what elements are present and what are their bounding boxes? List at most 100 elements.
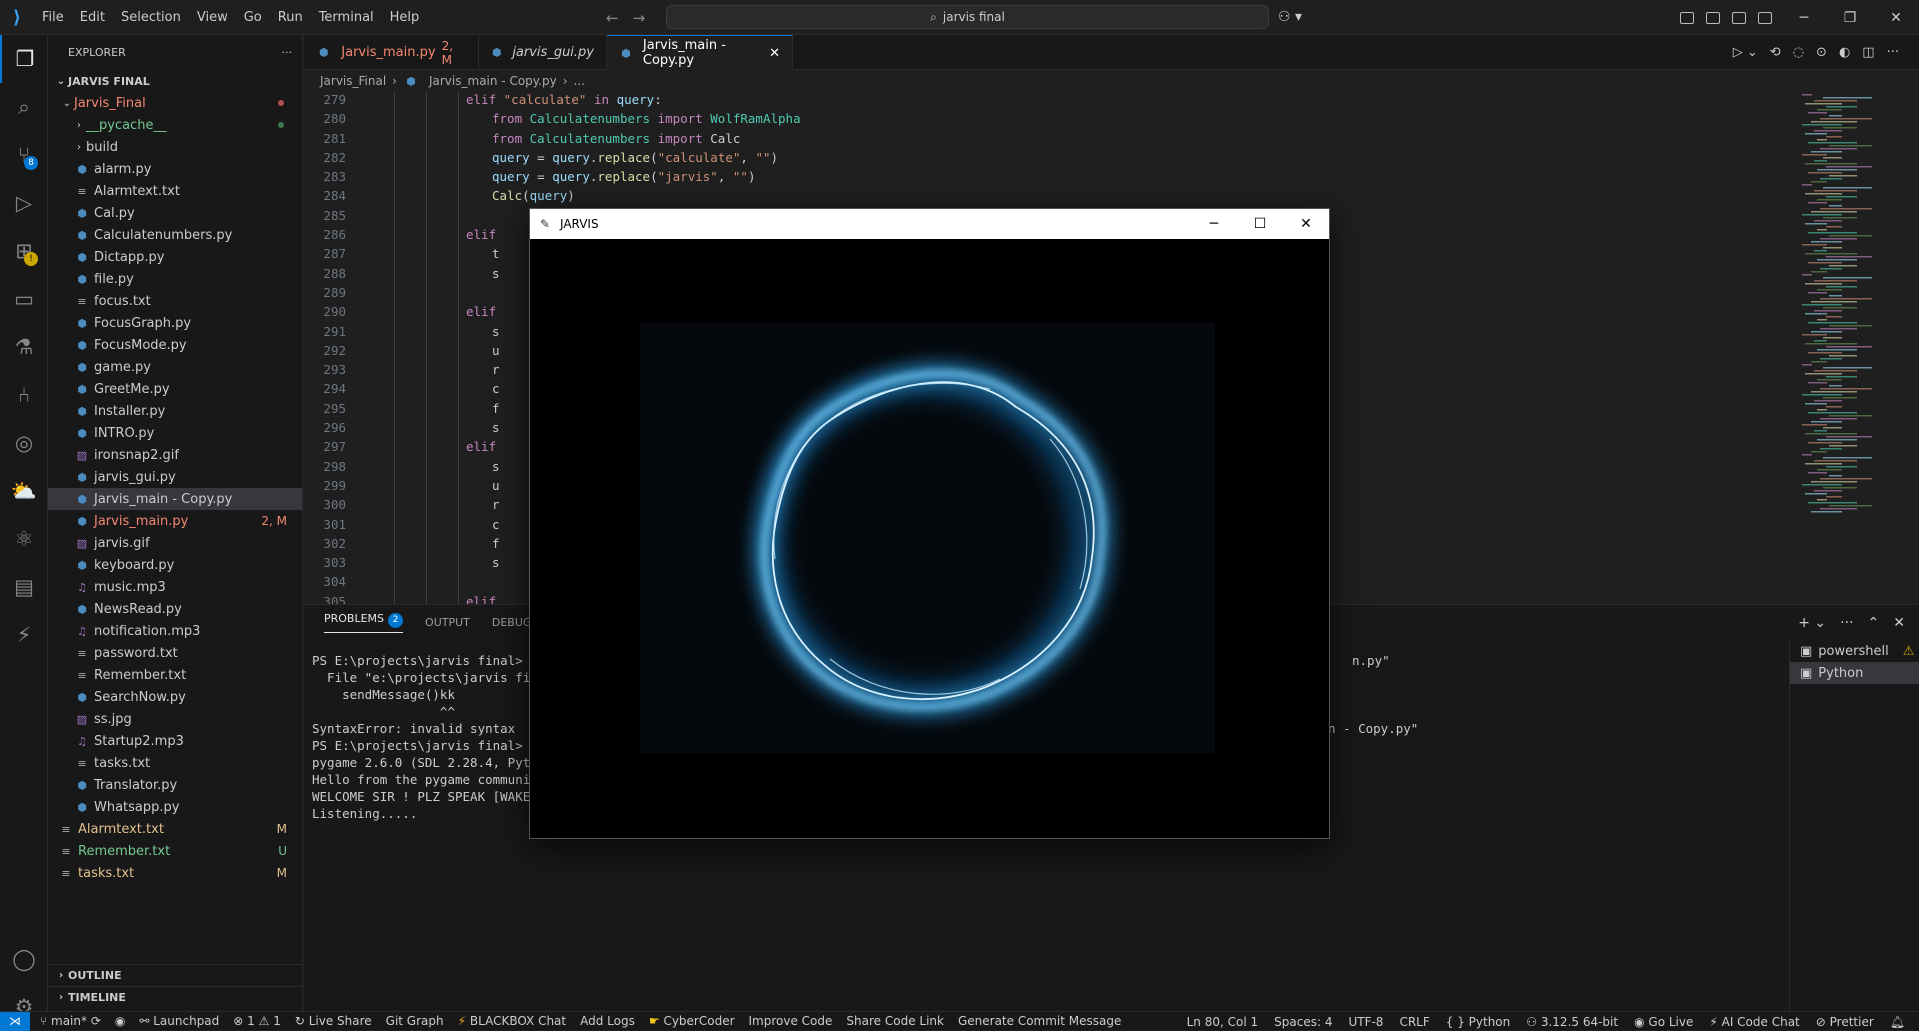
file-item[interactable]: ▨ jarvis.gif bbox=[48, 532, 302, 554]
file-item[interactable]: ≡ focus.txt bbox=[48, 290, 302, 312]
add-logs[interactable]: Add Logs bbox=[580, 1014, 635, 1028]
file-item[interactable]: ⬢ Installer.py bbox=[48, 400, 302, 422]
file-item[interactable]: ⬢ Translator.py bbox=[48, 774, 302, 796]
accounts-icon[interactable]: ◯ bbox=[0, 935, 48, 983]
file-item[interactable]: ⬢ Calculatenumbers.py bbox=[48, 224, 302, 246]
folder-item[interactable]: › __pycache__ bbox=[48, 114, 302, 136]
forward-arrow-icon[interactable]: → bbox=[633, 9, 646, 27]
breadcrumb-tail[interactable]: ... bbox=[574, 74, 585, 88]
indentation[interactable]: Spaces: 4 bbox=[1274, 1015, 1332, 1029]
file-item[interactable]: ≡ tasks.txt bbox=[48, 752, 302, 774]
git-compare-icon[interactable]: ◌ bbox=[1793, 45, 1804, 60]
minimap[interactable] bbox=[1794, 92, 1919, 604]
tab-problems[interactable]: PROBLEMS 2 bbox=[324, 612, 404, 633]
file-item[interactable]: ⬢ keyboard.py bbox=[48, 554, 302, 576]
file-item[interactable]: ⬢ NewsRead.py bbox=[48, 598, 302, 620]
more-actions-icon[interactable]: ··· bbox=[1887, 45, 1899, 60]
close-icon[interactable]: ✕ bbox=[1283, 209, 1329, 239]
file-item[interactable]: ⬢ alarm.py bbox=[48, 158, 302, 180]
menu-item-run[interactable]: Run bbox=[270, 0, 311, 35]
cursor-position[interactable]: Ln 80, Col 1 bbox=[1187, 1015, 1259, 1029]
terminal-output[interactable]: PS E:\projects\jarvis final> & File "e:\… bbox=[312, 653, 538, 823]
eol[interactable]: CRLF bbox=[1399, 1015, 1429, 1029]
file-item[interactable]: ⬢ file.py bbox=[48, 268, 302, 290]
file-item[interactable]: ⬢ Cal.py bbox=[48, 202, 302, 224]
lightning-icon[interactable]: ⚡ bbox=[0, 611, 48, 659]
file-item[interactable]: ⬢ INTRO.py bbox=[48, 422, 302, 444]
menu-item-view[interactable]: View bbox=[189, 0, 236, 35]
breadcrumb-file[interactable]: Jarvis_main - Copy.py bbox=[429, 74, 557, 88]
menu-item-help[interactable]: Help bbox=[382, 0, 428, 35]
customize-layout-icon[interactable] bbox=[1680, 11, 1694, 24]
improve-code[interactable]: Improve Code bbox=[749, 1014, 833, 1028]
toggle-sidebar-icon[interactable] bbox=[1706, 11, 1720, 24]
generate-commit[interactable]: Generate Commit Message bbox=[958, 1014, 1121, 1028]
python-interpreter[interactable]: ⚇ 3.12.5 64-bit bbox=[1526, 1015, 1618, 1029]
launchpad[interactable]: ⚯ Launchpad bbox=[139, 1014, 219, 1028]
chat-icon[interactable]: ▤ bbox=[0, 563, 48, 611]
timeline-section[interactable]: › TIMELINE bbox=[48, 986, 303, 1008]
more-actions-icon[interactable]: ··· bbox=[282, 46, 293, 59]
file-item[interactable]: ⬢ FocusMode.py bbox=[48, 334, 302, 356]
ai-code-chat[interactable]: ⚡ AI Code Chat bbox=[1709, 1015, 1799, 1029]
file-item[interactable]: ▨ ironsnap2.gif bbox=[48, 444, 302, 466]
remote-icon[interactable]: ⋊ bbox=[0, 1011, 30, 1031]
jarvis-window[interactable]: ✎ JARVIS ─ ☐ ✕ bbox=[529, 208, 1330, 839]
more-actions-icon[interactable]: ··· bbox=[1840, 615, 1853, 631]
workspace-root[interactable]: ⌄ JARVIS FINAL bbox=[48, 70, 302, 92]
run-icon[interactable]: ▷ ⌄ bbox=[1733, 45, 1758, 60]
menu-item-edit[interactable]: Edit bbox=[72, 0, 113, 35]
file-item[interactable]: ♫ Startup2.mp3 bbox=[48, 730, 302, 752]
outline-section[interactable]: › OUTLINE bbox=[48, 964, 303, 986]
github-icon[interactable]: ◉ bbox=[115, 1014, 125, 1028]
git-graph[interactable]: Git Graph bbox=[386, 1014, 444, 1028]
folder-item[interactable]: ⌄ Jarvis_Final bbox=[48, 92, 302, 114]
menu-item-terminal[interactable]: Terminal bbox=[311, 0, 382, 35]
file-item[interactable]: ≡ Remember.txt U bbox=[48, 840, 302, 862]
close-panel-icon[interactable]: ✕ bbox=[1893, 615, 1905, 631]
back-arrow-icon[interactable]: ← bbox=[606, 9, 619, 27]
testing-icon[interactable]: ⚗ bbox=[0, 323, 48, 371]
explorer-icon[interactable]: ❐ bbox=[0, 35, 48, 83]
terminal-item-python[interactable]: ▣ Python bbox=[1790, 662, 1919, 684]
search-icon[interactable]: ⌕ bbox=[0, 83, 48, 131]
menu-item-file[interactable]: File bbox=[34, 0, 72, 35]
file-item[interactable]: ≡ Alarmtext.txt bbox=[48, 180, 302, 202]
branch-indicator[interactable]: ⑂ main* ⟳ bbox=[40, 1014, 101, 1028]
file-item[interactable]: ⬢ Dictapp.py bbox=[48, 246, 302, 268]
notifications-icon[interactable]: 🔔︎ bbox=[1890, 1015, 1905, 1029]
toggle-panel-icon[interactable] bbox=[1732, 11, 1746, 24]
close-icon[interactable]: ✕ bbox=[1873, 0, 1919, 35]
blackbox-chat[interactable]: ⚡ BLACKBOX Chat bbox=[458, 1014, 566, 1028]
go-live[interactable]: ◉ Go Live bbox=[1634, 1015, 1693, 1029]
tab-output[interactable]: OUTPUT bbox=[425, 616, 470, 629]
breadcrumb-folder[interactable]: Jarvis_Final bbox=[320, 74, 386, 88]
tab-jarvis-main[interactable]: ⬢ Jarvis_main.py 2, M bbox=[304, 35, 479, 70]
gitlens-icon[interactable]: ◎ bbox=[0, 419, 48, 467]
problems-indicator[interactable]: ⊗ 1 ⚠ 1 bbox=[233, 1014, 281, 1028]
file-item[interactable]: ▨ ss.jpg bbox=[48, 708, 302, 730]
file-item[interactable]: ≡ Alarmtext.txt M bbox=[48, 818, 302, 840]
file-item[interactable]: ≡ Remember.txt bbox=[48, 664, 302, 686]
tab-jarvis-main-copy[interactable]: ⬢ Jarvis_main - Copy.py ✕ bbox=[607, 35, 793, 70]
file-item[interactable]: ⬢ FocusGraph.py bbox=[48, 312, 302, 334]
file-item[interactable]: ⬢ jarvis_gui.py bbox=[48, 466, 302, 488]
toggle-secondary-sidebar-icon[interactable] bbox=[1758, 11, 1772, 24]
file-item[interactable]: ⬢ Jarvis_main.py 2, M bbox=[48, 510, 302, 532]
open-changes-icon[interactable]: ⊙ bbox=[1816, 45, 1827, 60]
file-item[interactable]: ≡ tasks.txt M bbox=[48, 862, 302, 884]
copilot-edit-icon[interactable]: ◐ bbox=[1839, 45, 1850, 60]
terminal-item-powershell[interactable]: ▣ powershell ⚠ bbox=[1790, 640, 1919, 662]
minimize-icon[interactable]: ─ bbox=[1781, 0, 1827, 35]
prettier[interactable]: ⊘ Prettier bbox=[1816, 1015, 1874, 1029]
timeline-back-icon[interactable]: ⟲ bbox=[1770, 45, 1781, 60]
file-item[interactable]: ♫ music.mp3 bbox=[48, 576, 302, 598]
deploy-icon[interactable]: ⛅ bbox=[0, 467, 48, 515]
menu-item-selection[interactable]: Selection bbox=[113, 0, 189, 35]
maximize-icon[interactable]: ☐ bbox=[1237, 209, 1283, 239]
react-icon[interactable]: ⚛ bbox=[0, 515, 48, 563]
encoding[interactable]: UTF-8 bbox=[1348, 1015, 1383, 1029]
minimize-icon[interactable]: ─ bbox=[1191, 209, 1237, 239]
run-debug-icon[interactable]: ▷ bbox=[0, 179, 48, 227]
file-item[interactable]: ⬢ game.py bbox=[48, 356, 302, 378]
